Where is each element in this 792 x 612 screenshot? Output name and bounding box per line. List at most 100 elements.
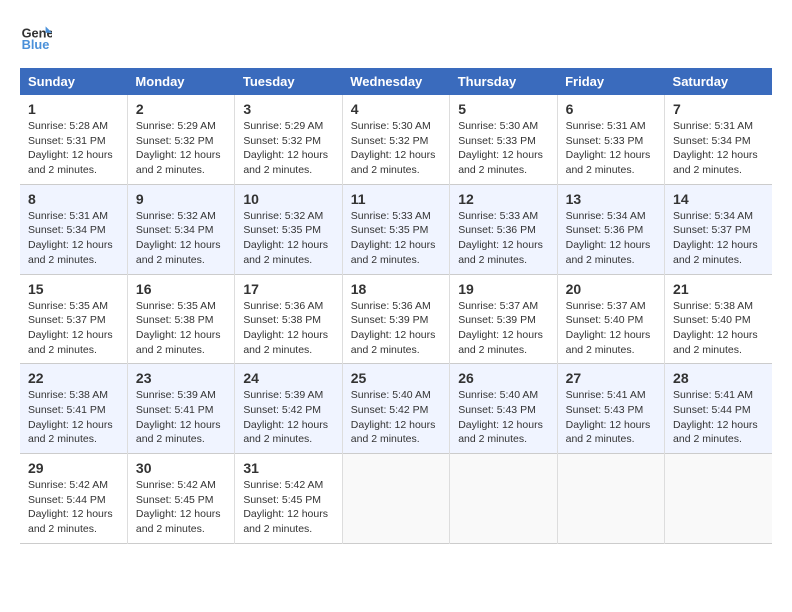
day-info: Sunrise: 5:31 AMSunset: 5:34 PMDaylight:… [673,120,758,176]
header-monday: Monday [127,68,234,95]
day-number: 18 [351,281,441,297]
day-number: 12 [458,191,548,207]
logo-icon: General Blue [20,20,52,52]
day-info: Sunrise: 5:37 AMSunset: 5:39 PMDaylight:… [458,300,543,356]
day-info: Sunrise: 5:28 AMSunset: 5:31 PMDaylight:… [28,120,113,176]
calendar-cell: 10 Sunrise: 5:32 AMSunset: 5:35 PMDaylig… [235,184,342,274]
day-number: 2 [136,101,226,117]
day-number: 9 [136,191,226,207]
calendar-cell [342,454,449,544]
calendar-cell [557,454,664,544]
calendar-cell [450,454,557,544]
day-info: Sunrise: 5:41 AMSunset: 5:43 PMDaylight:… [566,389,651,445]
day-number: 13 [566,191,656,207]
header-wednesday: Wednesday [342,68,449,95]
day-info: Sunrise: 5:34 AMSunset: 5:37 PMDaylight:… [673,210,758,266]
calendar-cell: 15 Sunrise: 5:35 AMSunset: 5:37 PMDaylig… [20,274,127,364]
header-friday: Friday [557,68,664,95]
calendar-cell: 12 Sunrise: 5:33 AMSunset: 5:36 PMDaylig… [450,184,557,274]
logo: General Blue [20,20,56,52]
calendar-cell: 22 Sunrise: 5:38 AMSunset: 5:41 PMDaylig… [20,364,127,454]
calendar-cell: 1 Sunrise: 5:28 AMSunset: 5:31 PMDayligh… [20,95,127,184]
day-info: Sunrise: 5:40 AMSunset: 5:43 PMDaylight:… [458,389,543,445]
day-info: Sunrise: 5:31 AMSunset: 5:34 PMDaylight:… [28,210,113,266]
day-number: 10 [243,191,333,207]
page-header: General Blue [20,20,772,52]
header-sunday: Sunday [20,68,127,95]
day-number: 16 [136,281,226,297]
day-info: Sunrise: 5:40 AMSunset: 5:42 PMDaylight:… [351,389,436,445]
calendar-cell: 3 Sunrise: 5:29 AMSunset: 5:32 PMDayligh… [235,95,342,184]
svg-text:Blue: Blue [22,37,50,52]
calendar-week-row: 8 Sunrise: 5:31 AMSunset: 5:34 PMDayligh… [20,184,772,274]
day-info: Sunrise: 5:29 AMSunset: 5:32 PMDaylight:… [136,120,221,176]
header-tuesday: Tuesday [235,68,342,95]
day-info: Sunrise: 5:38 AMSunset: 5:41 PMDaylight:… [28,389,113,445]
calendar-cell: 31 Sunrise: 5:42 AMSunset: 5:45 PMDaylig… [235,454,342,544]
day-number: 8 [28,191,119,207]
day-number: 29 [28,460,119,476]
day-number: 23 [136,370,226,386]
calendar-cell: 16 Sunrise: 5:35 AMSunset: 5:38 PMDaylig… [127,274,234,364]
calendar-cell: 20 Sunrise: 5:37 AMSunset: 5:40 PMDaylig… [557,274,664,364]
day-number: 20 [566,281,656,297]
day-number: 28 [673,370,764,386]
calendar-cell: 29 Sunrise: 5:42 AMSunset: 5:44 PMDaylig… [20,454,127,544]
day-number: 19 [458,281,548,297]
day-info: Sunrise: 5:39 AMSunset: 5:42 PMDaylight:… [243,389,328,445]
day-number: 22 [28,370,119,386]
day-info: Sunrise: 5:42 AMSunset: 5:45 PMDaylight:… [136,479,221,535]
calendar-cell: 2 Sunrise: 5:29 AMSunset: 5:32 PMDayligh… [127,95,234,184]
day-info: Sunrise: 5:35 AMSunset: 5:38 PMDaylight:… [136,300,221,356]
calendar-header-row: Sunday Monday Tuesday Wednesday Thursday… [20,68,772,95]
day-info: Sunrise: 5:36 AMSunset: 5:38 PMDaylight:… [243,300,328,356]
day-number: 21 [673,281,764,297]
day-info: Sunrise: 5:34 AMSunset: 5:36 PMDaylight:… [566,210,651,266]
calendar-cell: 30 Sunrise: 5:42 AMSunset: 5:45 PMDaylig… [127,454,234,544]
calendar-cell: 6 Sunrise: 5:31 AMSunset: 5:33 PMDayligh… [557,95,664,184]
day-info: Sunrise: 5:39 AMSunset: 5:41 PMDaylight:… [136,389,221,445]
calendar-cell: 27 Sunrise: 5:41 AMSunset: 5:43 PMDaylig… [557,364,664,454]
calendar-cell: 18 Sunrise: 5:36 AMSunset: 5:39 PMDaylig… [342,274,449,364]
calendar-cell [665,454,772,544]
calendar-cell: 28 Sunrise: 5:41 AMSunset: 5:44 PMDaylig… [665,364,772,454]
day-info: Sunrise: 5:30 AMSunset: 5:33 PMDaylight:… [458,120,543,176]
calendar-cell: 8 Sunrise: 5:31 AMSunset: 5:34 PMDayligh… [20,184,127,274]
day-number: 26 [458,370,548,386]
calendar-cell: 25 Sunrise: 5:40 AMSunset: 5:42 PMDaylig… [342,364,449,454]
day-info: Sunrise: 5:31 AMSunset: 5:33 PMDaylight:… [566,120,651,176]
day-info: Sunrise: 5:42 AMSunset: 5:45 PMDaylight:… [243,479,328,535]
day-number: 7 [673,101,764,117]
calendar-cell: 11 Sunrise: 5:33 AMSunset: 5:35 PMDaylig… [342,184,449,274]
day-number: 5 [458,101,548,117]
day-info: Sunrise: 5:37 AMSunset: 5:40 PMDaylight:… [566,300,651,356]
calendar-cell: 5 Sunrise: 5:30 AMSunset: 5:33 PMDayligh… [450,95,557,184]
day-info: Sunrise: 5:41 AMSunset: 5:44 PMDaylight:… [673,389,758,445]
day-info: Sunrise: 5:42 AMSunset: 5:44 PMDaylight:… [28,479,113,535]
day-number: 30 [136,460,226,476]
day-info: Sunrise: 5:36 AMSunset: 5:39 PMDaylight:… [351,300,436,356]
day-number: 31 [243,460,333,476]
calendar-cell: 17 Sunrise: 5:36 AMSunset: 5:38 PMDaylig… [235,274,342,364]
day-info: Sunrise: 5:38 AMSunset: 5:40 PMDaylight:… [673,300,758,356]
day-info: Sunrise: 5:33 AMSunset: 5:36 PMDaylight:… [458,210,543,266]
header-thursday: Thursday [450,68,557,95]
day-info: Sunrise: 5:32 AMSunset: 5:35 PMDaylight:… [243,210,328,266]
calendar-week-row: 15 Sunrise: 5:35 AMSunset: 5:37 PMDaylig… [20,274,772,364]
header-saturday: Saturday [665,68,772,95]
calendar-week-row: 22 Sunrise: 5:38 AMSunset: 5:41 PMDaylig… [20,364,772,454]
day-info: Sunrise: 5:33 AMSunset: 5:35 PMDaylight:… [351,210,436,266]
calendar-cell: 14 Sunrise: 5:34 AMSunset: 5:37 PMDaylig… [665,184,772,274]
day-number: 17 [243,281,333,297]
day-number: 27 [566,370,656,386]
calendar-cell: 21 Sunrise: 5:38 AMSunset: 5:40 PMDaylig… [665,274,772,364]
calendar-cell: 13 Sunrise: 5:34 AMSunset: 5:36 PMDaylig… [557,184,664,274]
day-info: Sunrise: 5:29 AMSunset: 5:32 PMDaylight:… [243,120,328,176]
calendar-cell: 4 Sunrise: 5:30 AMSunset: 5:32 PMDayligh… [342,95,449,184]
calendar-cell: 23 Sunrise: 5:39 AMSunset: 5:41 PMDaylig… [127,364,234,454]
calendar-cell: 24 Sunrise: 5:39 AMSunset: 5:42 PMDaylig… [235,364,342,454]
calendar-table: Sunday Monday Tuesday Wednesday Thursday… [20,68,772,544]
day-number: 11 [351,191,441,207]
day-number: 15 [28,281,119,297]
calendar-week-row: 1 Sunrise: 5:28 AMSunset: 5:31 PMDayligh… [20,95,772,184]
